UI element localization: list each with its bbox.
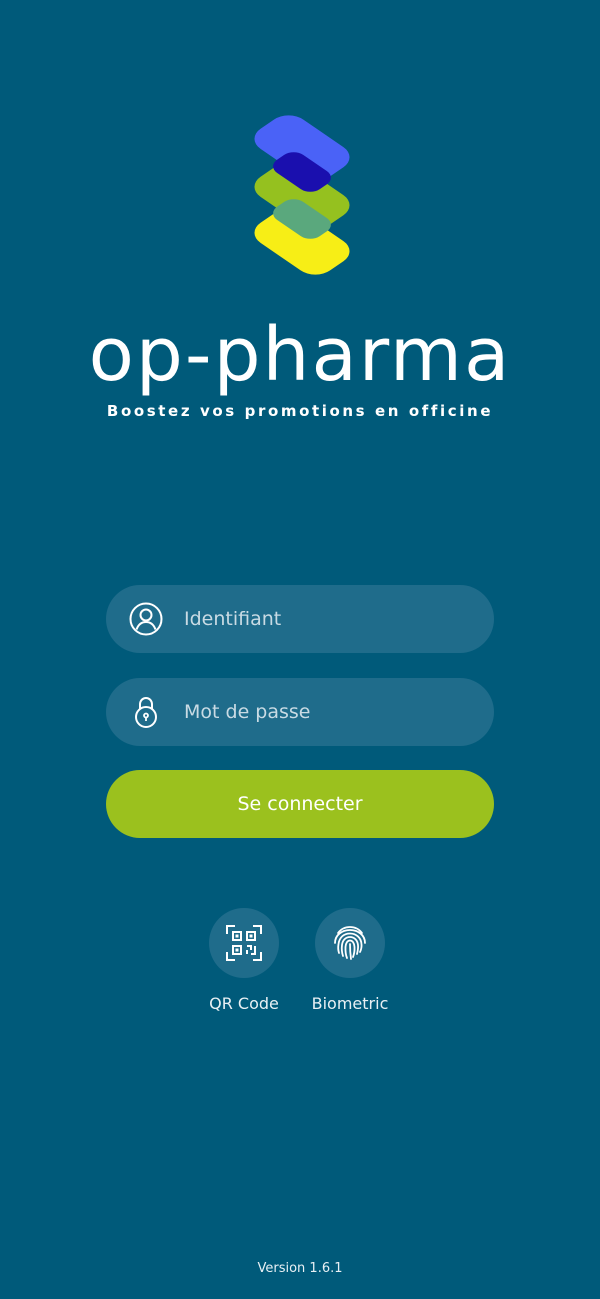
logo-icon — [254, 115, 350, 275]
fingerprint-icon — [334, 926, 366, 960]
qr-code-button[interactable] — [209, 908, 279, 978]
biometric-button[interactable] — [315, 908, 385, 978]
biometric-label: Biometric — [311, 994, 389, 1013]
user-circle-icon — [129, 602, 163, 636]
biometric-login[interactable]: Biometric — [300, 908, 400, 1013]
brand-name: op-pharma — [88, 312, 512, 398]
password-input[interactable] — [184, 678, 474, 746]
padlock-icon — [135, 696, 157, 728]
app-version: Version 1.6.1 — [257, 1261, 343, 1276]
qr-code-label: QR Code — [209, 994, 279, 1013]
username-input[interactable] — [184, 585, 474, 653]
qr-code-login[interactable]: QR Code — [194, 908, 294, 1013]
brand-tagline: Boostez vos promotions en officine — [106, 402, 494, 420]
password-field[interactable] — [106, 678, 494, 746]
username-field[interactable] — [106, 585, 494, 653]
login-button[interactable]: Se connecter — [106, 770, 494, 838]
qr-code-icon — [226, 925, 262, 961]
